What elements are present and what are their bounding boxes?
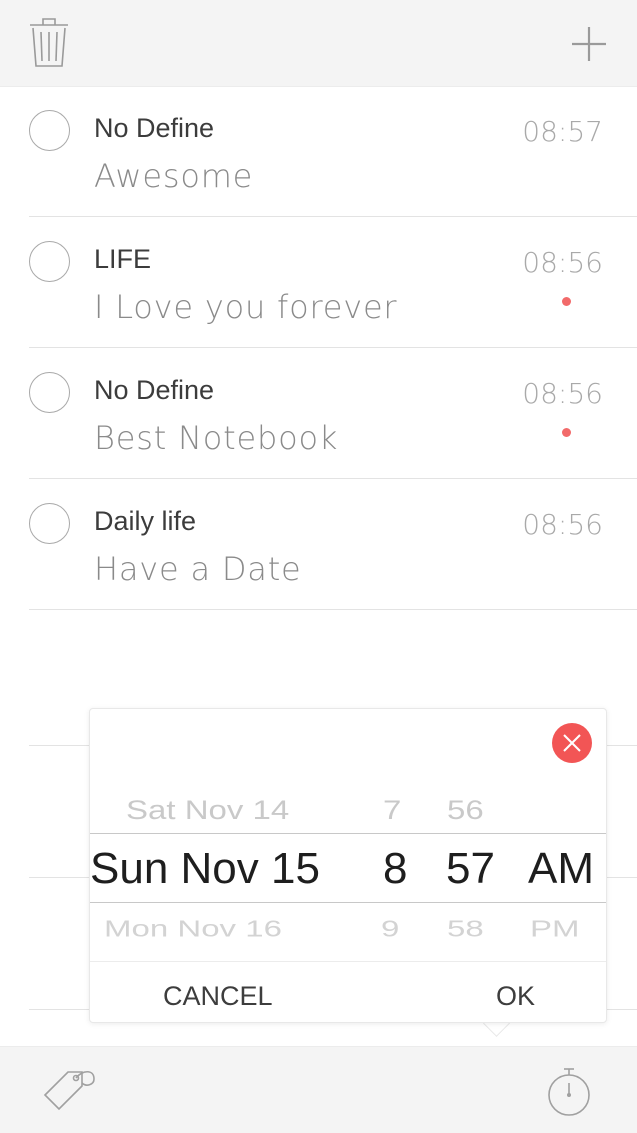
cancel-button[interactable]: CANCEL	[163, 981, 273, 1012]
task-row[interactable]: LIFE I Love you forever 08:56	[0, 217, 637, 348]
reminder-dot	[562, 428, 571, 437]
complete-checkbox[interactable]	[29, 110, 70, 151]
task-list: No Define Awesome 08:57 LIFE I Love you …	[0, 86, 637, 610]
task-row[interactable]: No Define Awesome 08:57	[0, 86, 637, 217]
bottom-toolbar	[0, 1046, 637, 1133]
complete-checkbox[interactable]	[29, 372, 70, 413]
date-selected[interactable]: Sun Nov 15	[90, 847, 320, 891]
top-toolbar	[0, 0, 637, 87]
task-row[interactable]: No Define Best Notebook 08:56	[0, 348, 637, 479]
row-divider	[29, 609, 637, 610]
date-option[interactable]: Sat Nov 14	[126, 796, 289, 823]
task-title: I Love you forever	[94, 288, 398, 326]
task-time: 08:57	[522, 115, 603, 148]
task-category: No Define	[94, 375, 215, 405]
reminder-dot	[562, 297, 571, 306]
datetime-picker: Sat Nov 14 7 56 Sun Nov 15 8 57 AM Mon N…	[89, 708, 607, 1023]
task-time: 08:56	[522, 377, 603, 410]
close-icon	[563, 734, 581, 752]
ampm-option[interactable]: PM	[530, 917, 580, 940]
minute-selected[interactable]: 57	[446, 847, 495, 891]
complete-checkbox[interactable]	[29, 503, 70, 544]
task-category: No Define	[94, 113, 215, 143]
selection-line-bottom	[90, 902, 606, 903]
close-button[interactable]	[552, 723, 592, 763]
ampm-selected[interactable]: AM	[528, 847, 594, 891]
task-category: LIFE	[94, 244, 152, 274]
task-row[interactable]: Daily life Have a Date 08:56	[0, 479, 637, 610]
task-category: Daily life	[94, 506, 197, 536]
task-time: 08:56	[522, 508, 603, 541]
hour-option[interactable]: 9	[381, 917, 399, 940]
ok-button[interactable]: OK	[496, 981, 535, 1012]
selection-line-top	[90, 833, 606, 834]
hour-option[interactable]: 7	[383, 796, 401, 823]
button-divider	[90, 961, 606, 962]
task-title: Best Notebook	[94, 419, 339, 457]
stopwatch-icon[interactable]	[545, 1065, 593, 1117]
tag-icon[interactable]	[42, 1067, 98, 1113]
plus-icon[interactable]	[568, 23, 610, 65]
task-title: Awesome	[94, 157, 254, 195]
task-title: Have a Date	[94, 550, 302, 588]
hour-selected[interactable]: 8	[383, 847, 407, 891]
minute-option[interactable]: 58	[447, 917, 484, 940]
trash-icon[interactable]	[29, 16, 69, 68]
task-time: 08:56	[522, 246, 603, 279]
date-option[interactable]: Mon Nov 16	[104, 917, 282, 940]
minute-option[interactable]: 56	[447, 796, 484, 823]
complete-checkbox[interactable]	[29, 241, 70, 282]
